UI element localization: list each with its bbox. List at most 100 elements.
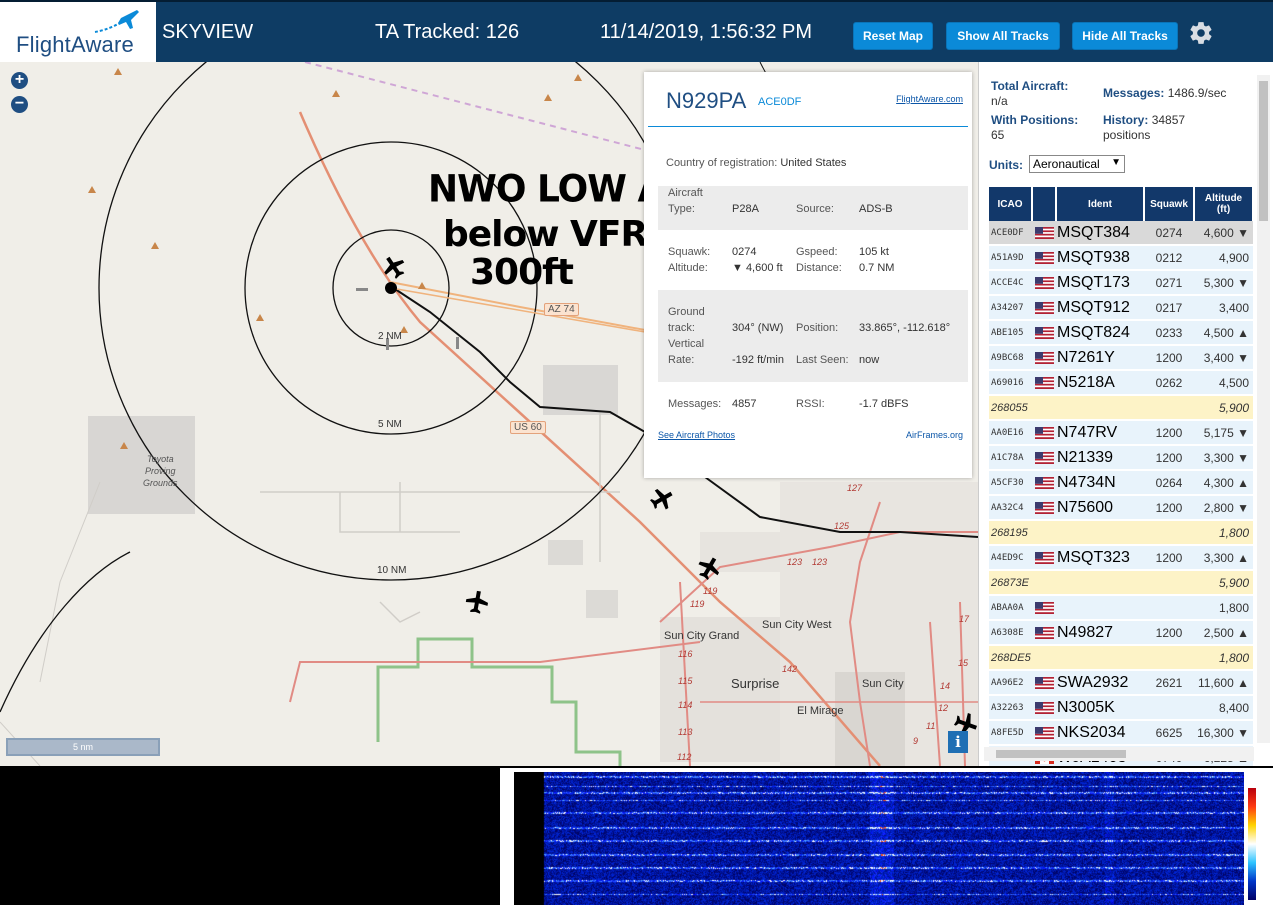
hide-all-tracks-button[interactable]: Hide All Tracks xyxy=(1072,22,1178,50)
exit-number: 15 xyxy=(958,658,969,668)
row-icao: 26873E xyxy=(989,570,1032,596)
row-flag xyxy=(1032,645,1056,671)
rssi-label: RSSI: xyxy=(796,398,825,410)
table-row[interactable]: A1C78A N21339 1200 3,300 ▼ xyxy=(989,445,1253,471)
with-positions-label: With Positions: xyxy=(991,113,1079,127)
squawk-label: Squawk: xyxy=(668,246,711,258)
table-row[interactable]: A8FE5D NKS2034 6625 16,300 ▼ xyxy=(989,720,1253,746)
row-flag xyxy=(1032,445,1056,471)
zoom-out-button[interactable]: − xyxy=(11,96,28,113)
table-row[interactable]: A32263 N3005K 8,400 xyxy=(989,695,1253,721)
table-row[interactable]: 268DE5 1,800 xyxy=(989,645,1253,671)
aircraft-table-body: ACE0DF MSQT384 0274 4,600 ▼ A51A9D MSQT938 021… xyxy=(989,221,1253,766)
vertical-rate-value: -192 ft/min xyxy=(732,354,784,366)
altitude-label: Altitude: xyxy=(668,262,708,274)
table-row[interactable]: AA32C4 N75600 1200 2,800 ▼ xyxy=(989,495,1253,521)
row-icao: A5CF30 xyxy=(989,470,1032,496)
table-row[interactable]: 26873E 5,900 xyxy=(989,570,1253,596)
units-select[interactable]: Aeronautical ▼ xyxy=(1029,155,1125,173)
table-row[interactable]: A5CF30 N4734N 0264 4,300 ▲ xyxy=(989,470,1253,496)
row-squawk xyxy=(1144,695,1194,721)
row-squawk: 1200 xyxy=(1144,345,1194,371)
last-seen-label: Last Seen: xyxy=(796,354,849,366)
row-ident xyxy=(1056,595,1144,621)
row-flag xyxy=(1032,420,1056,446)
exit-number: 115 xyxy=(678,676,693,686)
units-label: Units: xyxy=(989,158,1023,172)
aircraft-type-label: Aircraft xyxy=(668,187,703,199)
show-all-tracks-button[interactable]: Show All Tracks xyxy=(946,22,1060,50)
popup-track-block xyxy=(658,290,968,382)
row-squawk: 0264 xyxy=(1144,470,1194,496)
row-ident: MSQT384 xyxy=(1056,221,1144,246)
exit-number: 17 xyxy=(959,614,970,624)
flightaware-logo[interactable]: FlightAware xyxy=(0,2,156,62)
source-label: Source: xyxy=(796,203,834,215)
column-header-icao[interactable]: ICAO xyxy=(989,187,1033,221)
range-label-2nm: 2 NM xyxy=(378,331,402,342)
sidebar-horizontal-scrollbar[interactable] xyxy=(984,747,1254,761)
distance-value: 0.7 NM xyxy=(859,262,895,274)
top-header: FlightAware SKYVIEW TA Tracked: 126 11/1… xyxy=(0,0,1273,62)
history-label: History: xyxy=(1103,113,1149,127)
table-row[interactable]: A69016 N5218A 0262 4,500 xyxy=(989,370,1253,396)
table-row[interactable]: A4ED9C MSQT323 1200 3,300 ▲ xyxy=(989,545,1253,571)
scrollbar-thumb[interactable] xyxy=(996,750,1126,758)
column-header-flag[interactable] xyxy=(1032,187,1057,221)
row-squawk: 0274 xyxy=(1144,221,1194,246)
table-row[interactable]: AA96E2 SWA2932 2621 11,600 ▲ xyxy=(989,670,1253,696)
row-squawk: 0217 xyxy=(1144,295,1194,321)
row-icao: 268195 xyxy=(989,520,1032,546)
row-flag xyxy=(1032,620,1056,646)
scale-bar: 5 nm xyxy=(6,738,160,756)
distance-label: Distance: xyxy=(796,262,842,274)
row-altitude: 4,300 ▲ xyxy=(1194,470,1253,496)
table-row[interactable]: ABAA0A 1,800 xyxy=(989,595,1253,621)
table-row[interactable]: 268055 5,900 xyxy=(989,395,1253,421)
gear-icon[interactable] xyxy=(1188,20,1214,46)
see-aircraft-photos-link[interactable]: See Aircraft Photos xyxy=(658,430,735,440)
row-altitude: 4,500 ▲ xyxy=(1194,320,1253,346)
exit-number: 113 xyxy=(678,727,693,737)
row-ident: N4734N xyxy=(1056,470,1144,496)
aircraft-detail-popup: N929PA ACE0DF FlightAware.com Country of… xyxy=(644,72,972,478)
sidebar-vertical-scrollbar[interactable] xyxy=(1257,75,1270,743)
rssi-value: -1.7 dBFS xyxy=(859,398,909,410)
row-altitude: 1,800 xyxy=(1194,520,1253,546)
row-icao: A1C78A xyxy=(989,445,1032,471)
scrollbar-thumb[interactable] xyxy=(1259,81,1268,221)
table-row[interactable]: A34207 MSQT912 0217 3,400 xyxy=(989,295,1253,321)
column-header-squawk[interactable]: Squawk xyxy=(1144,187,1195,221)
exit-number: 114 xyxy=(678,700,693,710)
column-header-altitude[interactable]: Altitude (ft) xyxy=(1194,187,1254,221)
row-icao: A6308E xyxy=(989,620,1032,646)
row-ident: MSQT824 xyxy=(1056,320,1144,346)
exit-number: 119 xyxy=(703,586,718,596)
flightaware-link[interactable]: FlightAware.com xyxy=(896,94,963,104)
us-flag-icon xyxy=(1034,351,1054,364)
table-row[interactable]: AA0E16 N747RV 1200 5,175 ▼ xyxy=(989,420,1253,446)
reset-map-button[interactable]: Reset Map xyxy=(853,22,933,50)
zoom-in-button[interactable]: + xyxy=(11,72,28,89)
row-squawk: 1200 xyxy=(1144,620,1194,646)
row-ident: N3005K xyxy=(1056,695,1144,721)
table-row[interactable]: A9BC68 N7261Y 1200 3,400 ▼ xyxy=(989,345,1253,371)
table-row[interactable]: ABE105 MSQT824 0233 4,500 ▲ xyxy=(989,320,1253,346)
column-header-ident[interactable]: Ident xyxy=(1056,187,1145,221)
table-row[interactable]: 268195 1,800 xyxy=(989,520,1253,546)
map-info-button[interactable]: i xyxy=(948,731,968,753)
row-flag xyxy=(1032,520,1056,546)
airframes-link[interactable]: AirFrames.org xyxy=(906,430,963,440)
row-icao: A9BC68 xyxy=(989,345,1032,371)
row-squawk: 6625 xyxy=(1144,720,1194,746)
table-row[interactable]: A6308E N49827 1200 2,500 ▲ xyxy=(989,620,1253,646)
row-squawk: 1200 xyxy=(1144,420,1194,446)
table-row[interactable]: ACCE4C MSQT173 0271 5,300 ▼ xyxy=(989,270,1253,296)
table-row[interactable]: ACE0DF MSQT384 0274 4,600 ▼ xyxy=(989,221,1253,246)
table-row[interactable]: A51A9D MSQT938 0212 4,900 xyxy=(989,245,1253,271)
row-altitude: 2,500 ▲ xyxy=(1194,620,1253,646)
row-ident: MSQT912 xyxy=(1056,295,1144,321)
row-altitude: 2,800 ▼ xyxy=(1194,495,1253,521)
exit-number: 127 xyxy=(847,483,863,493)
us-flag-icon xyxy=(1034,551,1054,564)
